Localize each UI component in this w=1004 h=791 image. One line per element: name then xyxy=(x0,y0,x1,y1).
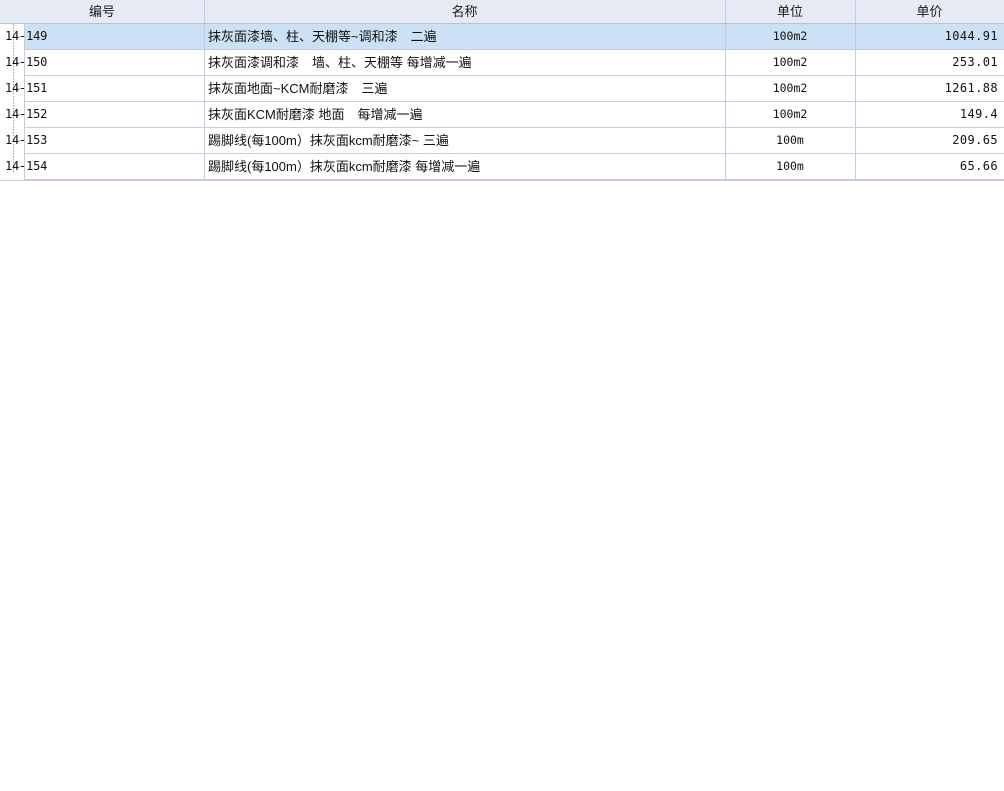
cell-divider xyxy=(855,24,856,49)
column-header-unit[interactable]: 单位 xyxy=(725,0,855,23)
table-row[interactable]: 14-154 踢脚线(每100m）抹灰面kcm耐磨漆 每增减一遍 100m 65.66 xyxy=(5,154,1004,180)
cell-unit[interactable]: 100m2 xyxy=(725,24,855,49)
cell-divider xyxy=(855,50,856,75)
column-resize-handle-name[interactable] xyxy=(204,0,205,23)
table-row[interactable]: 14-152 抹灰面KCM耐磨漆 地面 每增减一遍 100m2 149.4 xyxy=(5,102,1004,128)
cell-divider xyxy=(855,128,856,153)
cell-name[interactable]: 踢脚线(每100m）抹灰面kcm耐磨漆~ 三遍 xyxy=(204,128,725,153)
cell-name[interactable]: 抹灰面漆墙、柱、天棚等~调和漆 二遍 xyxy=(204,24,725,49)
table-row[interactable]: 14-151 抹灰面地面~KCM耐磨漆 三遍 100m2 1261.88 xyxy=(5,76,1004,102)
cell-divider xyxy=(204,76,205,101)
cell-divider xyxy=(855,154,856,179)
cell-unit[interactable]: 100m2 xyxy=(725,76,855,101)
column-header-name[interactable]: 名称 xyxy=(204,0,725,23)
empty-area-below-grid xyxy=(0,181,1004,791)
column-resize-handle-unit[interactable] xyxy=(725,0,726,23)
cell-name[interactable]: 抹灰面KCM耐磨漆 地面 每增减一遍 xyxy=(204,102,725,127)
column-resize-handle-price[interactable] xyxy=(855,0,856,23)
cell-price[interactable]: 1044.91 xyxy=(855,24,1004,49)
cell-divider xyxy=(725,128,726,153)
cell-divider xyxy=(204,50,205,75)
cell-code[interactable]: 14-149 xyxy=(0,24,204,49)
table-row[interactable]: 14-150 抹灰面漆调和漆 墙、柱、天棚等 每增减一遍 100m2 253.01 xyxy=(5,50,1004,76)
cell-price[interactable]: 253.01 xyxy=(855,50,1004,75)
cell-divider xyxy=(725,24,726,49)
cell-divider xyxy=(725,76,726,101)
cell-divider xyxy=(725,154,726,179)
cell-name[interactable]: 抹灰面地面~KCM耐磨漆 三遍 xyxy=(204,76,725,101)
cell-unit[interactable]: 100m xyxy=(725,128,855,153)
column-header-code[interactable]: 编号 xyxy=(0,0,204,23)
cell-divider xyxy=(204,128,205,153)
cell-code[interactable]: 14-151 xyxy=(0,76,204,101)
column-header-price[interactable]: 单价 xyxy=(855,0,1004,23)
cell-code[interactable]: 14-154 xyxy=(0,154,204,179)
cell-divider xyxy=(204,102,205,127)
cell-price[interactable]: 1261.88 xyxy=(855,76,1004,101)
cell-unit[interactable]: 100m2 xyxy=(725,50,855,75)
cell-divider xyxy=(725,50,726,75)
grid-header-row: 编号 名称 单位 单价 xyxy=(0,0,1004,24)
cell-unit[interactable]: 100m2 xyxy=(725,102,855,127)
cell-price[interactable]: 65.66 xyxy=(855,154,1004,179)
cell-name[interactable]: 抹灰面漆调和漆 墙、柱、天棚等 每增减一遍 xyxy=(204,50,725,75)
cell-divider xyxy=(725,102,726,127)
cell-unit[interactable]: 100m xyxy=(725,154,855,179)
cell-price[interactable]: 149.4 xyxy=(855,102,1004,127)
cell-divider xyxy=(204,24,205,49)
grid-body: 14-149 抹灰面漆墙、柱、天棚等~调和漆 二遍 100m2 1044.91 14-1… xyxy=(0,24,1004,180)
cell-code[interactable]: 14-152 xyxy=(0,102,204,127)
cell-name[interactable]: 踢脚线(每100m）抹灰面kcm耐磨漆 每增减一遍 xyxy=(204,154,725,179)
table-row[interactable]: 14-153 踢脚线(每100m）抹灰面kcm耐磨漆~ 三遍 100m 209.65 xyxy=(5,128,1004,154)
table-row[interactable]: 14-149 抹灰面漆墙、柱、天棚等~调和漆 二遍 100m2 1044.91 xyxy=(5,24,1004,50)
data-grid[interactable]: 编号 名称 单位 单价 14-149 抹灰面漆墙、柱、天棚等~调和漆 二遍 100m2 10… xyxy=(0,0,1004,791)
cell-code[interactable]: 14-150 xyxy=(0,50,204,75)
cell-divider xyxy=(855,76,856,101)
cell-divider xyxy=(204,154,205,179)
cell-code[interactable]: 14-153 xyxy=(0,128,204,153)
cell-divider xyxy=(855,102,856,127)
cell-price[interactable]: 209.65 xyxy=(855,128,1004,153)
